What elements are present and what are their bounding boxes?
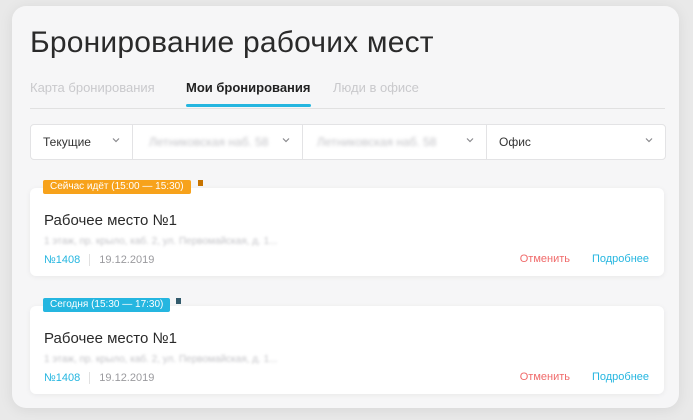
tab-bar: Карта бронирования Мои бронирования Люди… (30, 80, 665, 112)
cancel-button[interactable]: Отменить (520, 371, 570, 383)
details-button[interactable]: Подробнее (592, 371, 649, 383)
details-button[interactable]: Подробнее (592, 253, 649, 265)
booking-meta: №1408 19.12.2019 (44, 254, 154, 266)
active-tab-indicator (186, 104, 311, 107)
status-filter-select[interactable]: Текущие (31, 125, 133, 159)
tab-my-bookings[interactable]: Мои бронирования (186, 80, 311, 107)
workplace-title: Рабочее место №1 (44, 330, 177, 347)
booking-card: Сейчас идёт (15:00 — 15:30) Рабочее мест… (30, 180, 664, 276)
chevron-down-icon (112, 136, 120, 144)
booking-meta: №1408 19.12.2019 (44, 372, 154, 384)
building-filter-select[interactable]: Летниковская наб. 58 (303, 125, 487, 159)
badge-fold-icon (198, 180, 203, 186)
office-filter-value: Офис (499, 135, 531, 149)
workplace-title: Рабочее место №1 (44, 212, 177, 229)
tab-people-in-office[interactable]: Люди в офисе (333, 80, 419, 95)
building-filter-value: Летниковская наб. 58 (317, 135, 437, 149)
booking-date: 19.12.2019 (99, 254, 155, 266)
address-filter-select[interactable]: Летниковская наб. 58 (133, 125, 303, 159)
workplace-address: 1 этаж, пр. крыло, каб. 2, ул. Первомайс… (44, 236, 278, 247)
chevron-down-icon (645, 136, 653, 144)
booking-date: 19.12.2019 (99, 372, 155, 384)
page-title: Бронирование рабочих мест (30, 26, 434, 59)
filter-bar: Текущие Летниковская наб. 58 Летниковска… (30, 124, 666, 160)
chevron-down-icon (282, 136, 290, 144)
booking-page: Бронирование рабочих мест Карта брониров… (12, 6, 679, 408)
workplace-address: 1 этаж, пр. крыло, каб. 2, ул. Первомайс… (44, 354, 278, 365)
status-badge: Сегодня (15:30 — 17:30) (43, 298, 171, 312)
booking-number: №1408 (44, 254, 81, 266)
chevron-down-icon (466, 136, 474, 144)
booking-number: №1408 (44, 372, 81, 384)
meta-divider (89, 254, 91, 266)
tab-my-bookings-label: Мои бронирования (186, 80, 311, 95)
address-filter-value: Летниковская наб. 58 (149, 135, 269, 149)
status-badge: Сейчас идёт (15:00 — 15:30) (43, 180, 191, 194)
tab-booking-map[interactable]: Карта бронирования (30, 80, 155, 95)
tab-bar-divider (30, 108, 665, 109)
status-filter-value: Текущие (43, 135, 91, 149)
badge-fold-icon (176, 298, 181, 304)
office-filter-select[interactable]: Офис (487, 125, 665, 159)
meta-divider (89, 372, 91, 384)
cancel-button[interactable]: Отменить (520, 253, 570, 265)
booking-card: Сегодня (15:30 — 17:30) Рабочее место №1… (30, 298, 664, 394)
